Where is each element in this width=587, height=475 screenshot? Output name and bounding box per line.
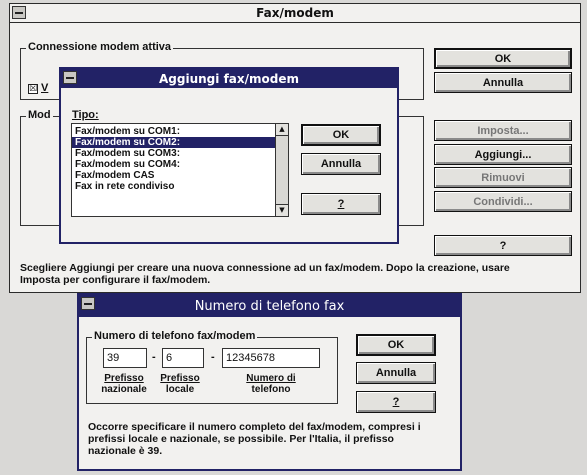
phone-number-input[interactable]: 12345678 — [222, 348, 320, 368]
system-menu-icon[interactable] — [81, 297, 95, 310]
active-connection-label: Connessione modem attiva — [26, 41, 174, 53]
dash-separator: - — [152, 351, 156, 363]
modems-group-label: Mod — [26, 109, 53, 121]
add-fax-titlebar[interactable]: Aggiungi fax/modem — [61, 69, 397, 88]
list-item[interactable]: Fax in rete condiviso — [72, 181, 275, 192]
ok-button[interactable]: OK — [434, 48, 572, 69]
list-item[interactable]: Fax/modem su COM4: — [72, 159, 275, 170]
local-prefix-label: Prefisso locale — [160, 373, 200, 395]
setup-button[interactable]: Imposta... — [434, 120, 572, 141]
phone-dialog: Numero di telefono fax Numero di telefon… — [77, 293, 462, 471]
add-button[interactable]: Aggiungi... — [434, 144, 572, 165]
system-menu-icon[interactable] — [63, 71, 77, 84]
add-fax-dialog: Aggiungi fax/modem Tipo: Fax/modem su CO… — [59, 67, 399, 244]
list-item-selected[interactable]: Fax/modem su COM2: — [72, 137, 275, 148]
hint-text: Scegliere Aggiungi per creare una nuova … — [20, 262, 510, 286]
active-checkbox[interactable]: ☒ — [28, 84, 38, 94]
dash-separator: - — [211, 351, 215, 363]
phone-cancel-button[interactable]: Annulla — [356, 362, 436, 384]
share-button[interactable]: Condividi... — [434, 191, 572, 212]
system-menu-icon[interactable] — [12, 6, 26, 19]
remove-button[interactable]: Rimuovi — [434, 167, 572, 188]
phone-number-label: Numero di telefono — [246, 373, 296, 395]
list-item[interactable]: Fax/modem su COM1: — [72, 126, 275, 137]
add-help-button[interactable]: ? — [301, 193, 381, 215]
national-prefix-label: Prefisso nazionale — [101, 373, 147, 395]
phone-note: Occorre specificare il numero completo d… — [88, 421, 421, 457]
add-cancel-button[interactable]: Annulla — [301, 153, 381, 175]
list-scrollbar[interactable]: ▲ ▼ — [275, 124, 288, 216]
active-checkbox-label: V — [41, 82, 49, 94]
type-listbox[interactable]: Fax/modem su COM1: Fax/modem su COM2: Fa… — [71, 123, 289, 217]
phone-titlebar[interactable]: Numero di telefono fax — [79, 295, 460, 317]
phone-ok-button[interactable]: OK — [356, 334, 436, 356]
add-ok-button[interactable]: OK — [301, 124, 381, 146]
national-prefix-input[interactable]: 39 — [103, 348, 147, 368]
phone-help-button[interactable]: ? — [356, 391, 436, 413]
fax-modem-titlebar[interactable]: Fax/modem — [10, 4, 580, 23]
phone-title: Numero di telefono fax — [194, 298, 345, 314]
type-label: Tipo: — [72, 109, 99, 121]
list-item[interactable]: Fax/modem CAS — [72, 170, 275, 181]
local-prefix-input[interactable]: 6 — [162, 348, 204, 368]
cancel-button[interactable]: Annulla — [434, 72, 572, 93]
add-fax-title: Aggiungi fax/modem — [159, 71, 299, 86]
list-item[interactable]: Fax/modem su COM3: — [72, 148, 275, 159]
help-button[interactable]: ? — [434, 235, 572, 256]
scroll-down-icon[interactable]: ▼ — [276, 204, 288, 216]
window-title: Fax/modem — [256, 6, 334, 20]
phone-number-group-label: Numero di telefono fax/modem — [92, 330, 258, 342]
scroll-up-icon[interactable]: ▲ — [276, 124, 288, 136]
